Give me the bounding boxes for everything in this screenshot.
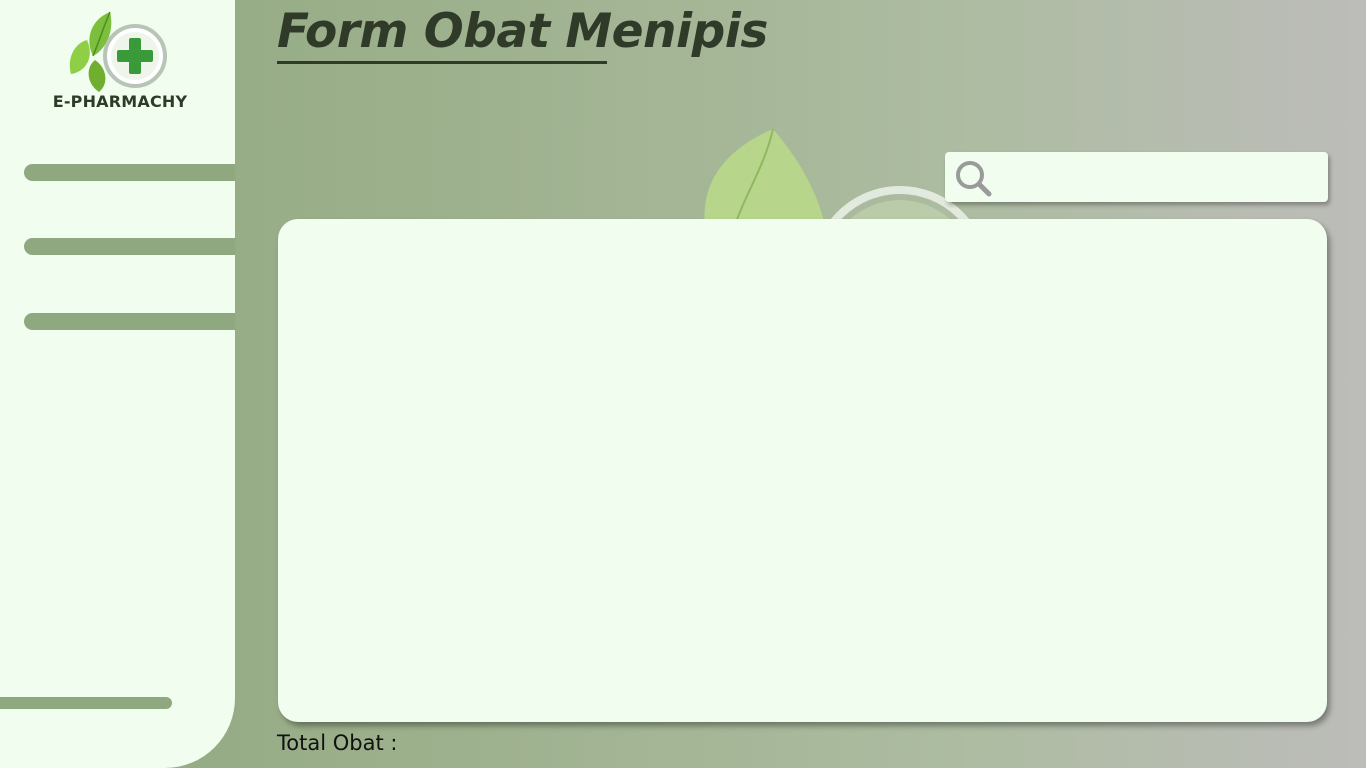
sidebar-item-3[interactable] [24,313,235,330]
brand-logo[interactable]: E-PHARMACHY [40,10,200,120]
search-icon[interactable] [953,158,993,198]
search-input[interactable] [997,160,1321,196]
search-box [945,152,1328,202]
sidebar: E-PHARMACHY [0,0,235,768]
sidebar-bottom-item[interactable] [0,697,172,709]
sidebar-item-1[interactable] [24,164,235,181]
total-obat-label: Total Obat : [277,731,398,755]
leaf-cross-logo-icon [69,11,167,92]
data-table-panel[interactable] [278,219,1327,722]
title-underline [277,61,607,64]
sidebar-item-2[interactable] [24,238,235,255]
page-title: Form Obat Menipis [277,4,768,59]
brand-name: E-PHARMACHY [52,92,188,111]
